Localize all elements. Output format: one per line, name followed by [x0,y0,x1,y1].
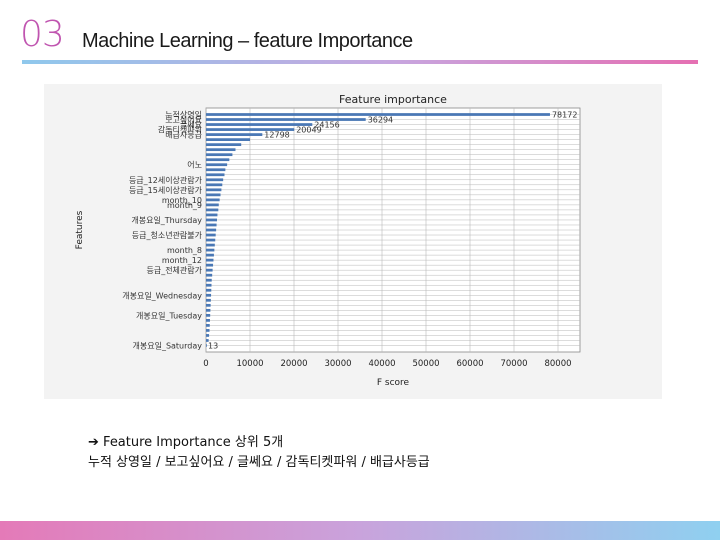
x-tick-label: 70000 [500,359,527,369]
bar [206,324,210,327]
y-tick-label: 등급_12세이상관람가 [129,175,203,185]
bar [206,133,263,136]
bar [206,319,210,322]
value-label: 20049 [296,126,321,135]
bar [206,329,210,332]
caption: ➔ Feature Importance 상위 5개 누적 상영일 / 보고싶어… [88,433,430,473]
bar [206,163,228,167]
title-divider [22,60,698,64]
bar [206,228,217,232]
caption-line-1-text: Feature Importance 상위 5개 [103,435,284,450]
chart-title: Feature importance [339,93,447,106]
arrow-icon: ➔ [88,435,99,450]
x-axis-label: F score [377,378,410,388]
bar [206,178,224,182]
bar [206,118,366,121]
bar [206,278,212,282]
slide-number: 03 [20,14,65,55]
bar [206,213,218,217]
value-label: 12798 [264,131,289,140]
bar [206,208,219,212]
y-tick-label: 어노 [187,160,202,170]
bar [206,183,223,187]
bar [206,273,213,277]
bar [206,293,212,297]
footer-gradient-bar [0,521,720,540]
bar [206,268,213,272]
bar [206,313,211,317]
bar [206,143,242,147]
bar [206,243,215,247]
value-label: 78172 [552,111,577,120]
bar [206,334,210,337]
caption-line-1: ➔ Feature Importance 상위 5개 [88,433,430,453]
x-tick-label: 0 [203,359,208,369]
bar [206,173,225,177]
y-tick-label: 개봉요일_Tuesday [136,310,202,320]
x-tick-label: 60000 [456,359,483,369]
bar [206,168,226,172]
bar [206,238,216,242]
x-tick-label: 40000 [368,359,395,369]
x-tick-label: 50000 [412,359,439,369]
bar [206,233,216,237]
grid-lines [205,108,580,352]
bar [206,258,214,262]
bar [206,188,222,192]
chart-svg: 781723629424156200491279813 누적상영일보고싶어요글쎄… [44,84,662,399]
x-tick-label: 20000 [280,359,307,369]
y-tick-label: 등급_15세이상관람가 [129,185,203,195]
bar [206,308,211,312]
bar [206,203,219,207]
value-label: 36294 [368,116,393,125]
y-tick-label: 개봉요일_Thursday [131,215,202,225]
bar [206,223,217,227]
y-tick-label: month_12 [162,256,202,265]
bar [206,263,214,267]
x-tick-label: 30000 [324,359,351,369]
bar [206,158,230,162]
y-tick-label: 개봉요일_Wednesday [122,290,202,300]
y-tick-label: 배급사등급 [165,131,202,140]
bar [206,148,236,152]
y-tick-label: 등급_전체관람가 [146,265,202,275]
value-label: 13 [208,341,218,350]
bar [206,344,207,347]
bar [206,288,212,292]
bar [206,138,250,141]
bar [206,283,212,287]
bar [206,248,215,252]
bar [206,193,221,197]
y-tick-label: 개봉요일_Saturday [133,340,203,350]
x-tick-label: 80000 [544,359,571,369]
x-tick-labels: 0 10000 20000 30000 40000 50000 60000 70000 8000… [203,359,571,369]
y-tick-label: month_8 [167,246,202,255]
x-tick-label: 10000 [236,359,263,369]
feature-importance-chart: 78172 36294 24156 20049 12798 13 누적상영일 보고싶어요 글쎄… [44,84,662,399]
slide-title: Machine Learning – feature Importance [82,30,413,52]
caption-line-2: 누적 상영일 / 보고싶어요 / 글쎄요 / 감독티켓파워 / 배급사등급 [88,455,430,470]
y-tick-label: 등급_청소년관람불가 [132,230,203,240]
bar [206,298,211,302]
bar [206,253,214,257]
bar [206,198,220,202]
y-axis-label: Features [75,210,85,249]
bar [206,153,233,157]
bar [206,303,211,307]
y-tick-label: month_9 [167,201,202,210]
bar [206,218,217,222]
